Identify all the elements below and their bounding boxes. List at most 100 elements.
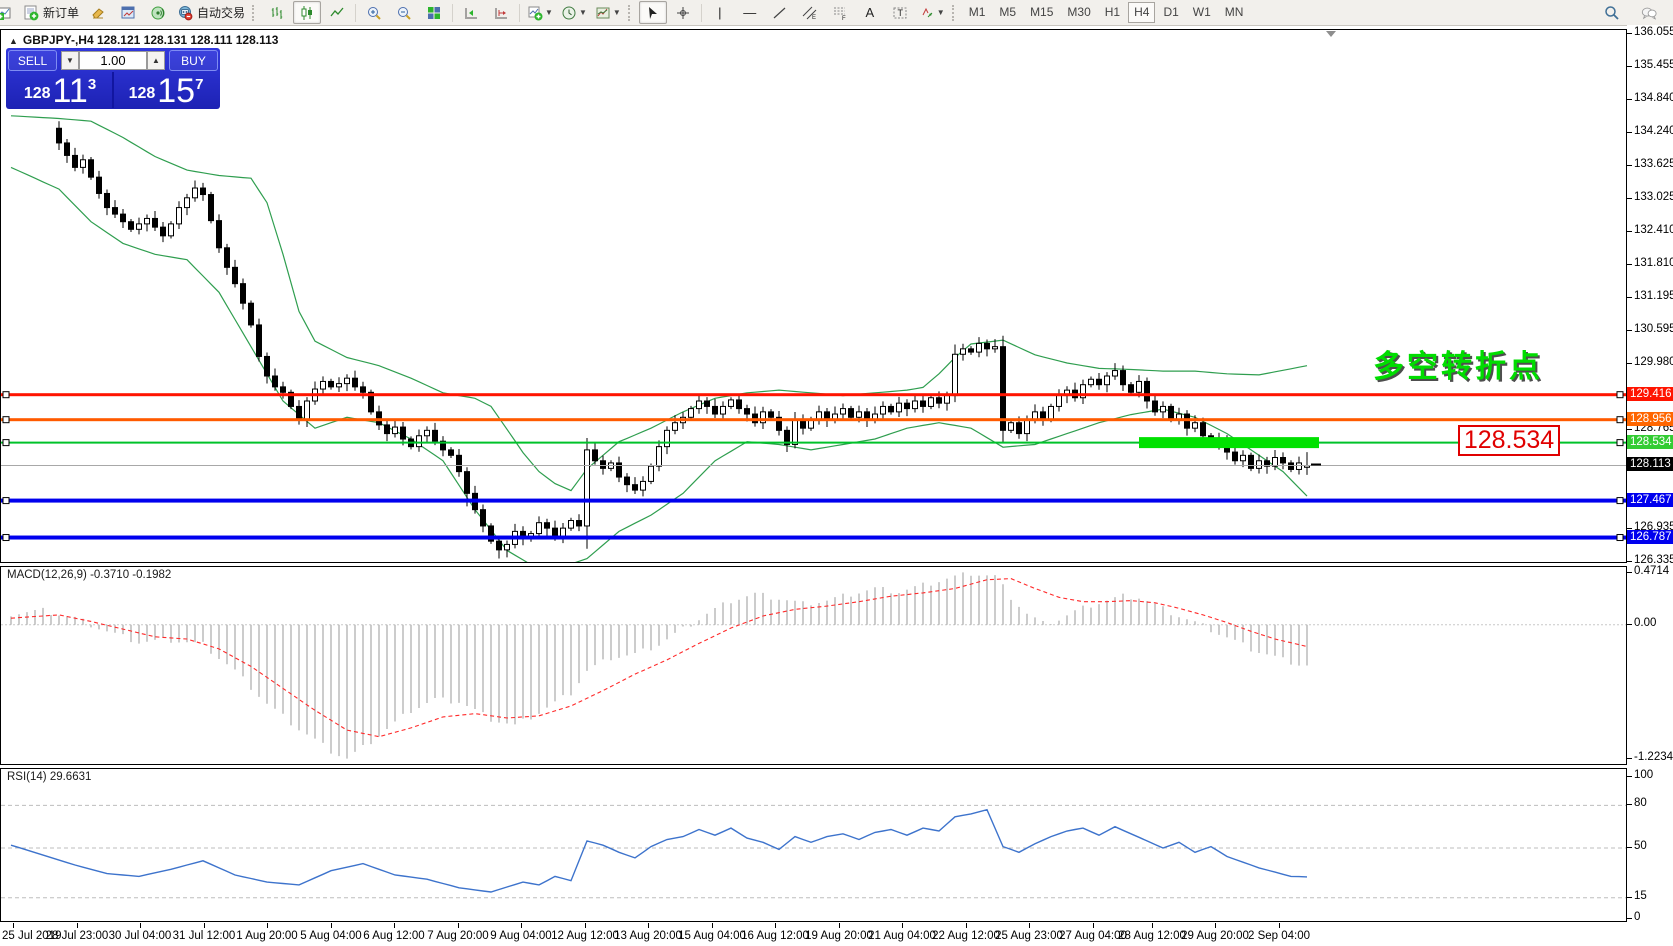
zoom-out-button[interactable] <box>390 1 418 24</box>
search-button[interactable] <box>1598 1 1626 24</box>
sell-button[interactable]: SELL <box>8 50 57 71</box>
time-tick <box>458 923 459 928</box>
text-tool-button[interactable]: A <box>856 1 884 24</box>
horizontal-line-tool-button[interactable]: — <box>736 1 764 24</box>
price-badge: 128.113 <box>1627 457 1673 471</box>
fibonacci-tool-button[interactable]: F <box>826 1 854 24</box>
price-badge: 126.787 <box>1627 530 1673 544</box>
time-axis[interactable]: 25 Jul 201928 Jul 23:0030 Jul 04:0031 Ju… <box>0 922 1673 946</box>
price-badge: 129.416 <box>1627 387 1673 401</box>
clipped-new-chart-icon[interactable] <box>0 1 18 24</box>
rsi-pane[interactable]: RSI(14) 29.6631 <box>0 768 1627 922</box>
timeframe-h1[interactable]: H1 <box>1099 2 1126 23</box>
time-tick <box>585 923 586 928</box>
toolbar-grip-3[interactable] <box>952 5 959 21</box>
timeframe-mn[interactable]: MN <box>1219 2 1250 23</box>
timeframe-m30[interactable]: M30 <box>1061 2 1096 23</box>
time-tick <box>13 923 14 928</box>
chart-shift-button[interactable] <box>487 1 515 24</box>
tile-windows-button[interactable] <box>420 1 448 24</box>
cursor-tool-button[interactable] <box>639 1 667 24</box>
sell-price[interactable]: 128 11 3 <box>8 72 114 108</box>
volume-decrease-button[interactable]: ▼ <box>61 51 79 70</box>
templates-button[interactable]: ▼ <box>592 1 624 24</box>
price-tick-label: 131.810 <box>1634 257 1673 269</box>
time-tick <box>140 923 141 928</box>
timeframe-w1[interactable]: W1 <box>1187 2 1217 23</box>
vertical-line-tool-button[interactable]: | <box>706 1 734 24</box>
toolbar-grip-2[interactable] <box>628 5 635 21</box>
time-tick <box>775 923 776 928</box>
arrows-tool-button[interactable]: ▼ <box>916 1 948 24</box>
price-tick <box>1627 561 1632 562</box>
new-order-icon <box>23 5 39 21</box>
symbol-ohlc-text: GBPJPY-,H4 128.121 128.131 128.111 128.1… <box>23 33 279 47</box>
price-tick-label: 132.410 <box>1634 224 1673 236</box>
support-zone-rectangle[interactable] <box>1139 437 1319 448</box>
line-chart-type-button[interactable] <box>323 1 351 24</box>
turning-point-annotation[interactable]: 多空转折点 <box>1373 341 1543 386</box>
timeframe-d1[interactable]: D1 <box>1157 2 1184 23</box>
trendline-tool-button[interactable] <box>766 1 794 24</box>
buy-button[interactable]: BUY <box>169 50 218 71</box>
timeframe-h4[interactable]: H4 <box>1128 2 1155 23</box>
price-tick <box>1627 264 1632 265</box>
time-tick <box>77 923 78 928</box>
timeframe-m15[interactable]: M15 <box>1024 2 1059 23</box>
time-tick <box>1279 923 1280 928</box>
new-order-button[interactable]: 新订单 <box>20 1 82 24</box>
charts-window-button[interactable] <box>114 1 142 24</box>
price-tick-label: 0.00 <box>1634 617 1656 629</box>
svg-text:E: E <box>812 15 816 21</box>
crosshair-tool-button[interactable] <box>669 1 697 24</box>
timeframe-m5[interactable]: M5 <box>993 2 1022 23</box>
svg-text:T: T <box>897 8 903 18</box>
volume-input[interactable]: 1.00 <box>79 51 147 70</box>
auto-scroll-button[interactable] <box>457 1 485 24</box>
price-tick-label: 134.240 <box>1634 125 1673 137</box>
search-icon <box>1604 5 1620 21</box>
timeframe-m1[interactable]: M1 <box>963 2 992 23</box>
eraser-button[interactable] <box>84 1 112 24</box>
macd-histogram <box>11 572 1307 758</box>
time-tick <box>331 923 332 928</box>
price-tick-label: 134.840 <box>1634 92 1673 104</box>
price-axis[interactable]: 136.055135.455134.840134.240133.625133.0… <box>1627 25 1673 922</box>
collapse-quote-panel-icon[interactable]: ▲ <box>9 36 18 46</box>
main-chart-pane[interactable]: ▲ GBPJPY-,H4 128.121 128.131 128.111 128.… <box>0 29 1627 563</box>
autotrading-icon <box>177 5 193 21</box>
bar-chart-type-button[interactable] <box>263 1 291 24</box>
new-order-label: 新订单 <box>43 4 79 21</box>
equidistant-channel-tool-button[interactable]: E <box>796 1 824 24</box>
price-tick <box>1627 132 1632 133</box>
price-level-label[interactable]: 128.534 <box>1458 425 1560 456</box>
macd-chart[interactable] <box>1 567 1626 764</box>
volume-increase-button[interactable]: ▲ <box>147 51 165 70</box>
time-tick <box>394 923 395 928</box>
price-tick-label: 0.4714 <box>1634 565 1669 577</box>
price-tick <box>1627 572 1632 573</box>
signal-button[interactable] <box>144 1 172 24</box>
horizontal-level-lines[interactable] <box>1 392 1626 541</box>
toolbar-grip[interactable] <box>252 5 259 21</box>
rsi-chart[interactable] <box>1 769 1626 921</box>
price-tick <box>1627 99 1632 100</box>
candlestick-chart-type-button[interactable] <box>293 1 321 24</box>
candlestick-chart[interactable] <box>1 30 1626 562</box>
text-label-tool-button[interactable]: T <box>886 1 914 24</box>
indicators-button[interactable]: ▼ <box>524 1 556 24</box>
price-tick-label: 15 <box>1634 890 1647 902</box>
price-tick-label: 136.055 <box>1634 26 1673 38</box>
buy-price[interactable]: 128 15 7 <box>114 72 218 108</box>
periods-button[interactable]: ▼ <box>558 1 590 24</box>
price-badge: 127.467 <box>1627 493 1673 507</box>
chat-button[interactable] <box>1635 1 1663 24</box>
price-badge: 128.534 <box>1627 435 1673 449</box>
price-tick-label: 135.455 <box>1634 59 1673 71</box>
chart-shift-marker-icon[interactable] <box>1326 31 1336 37</box>
zoom-in-button[interactable] <box>360 1 388 24</box>
price-tick <box>1627 776 1632 777</box>
periods-dropdown-arrow: ▼ <box>579 8 587 17</box>
macd-pane[interactable]: MACD(12,26,9) -0.3710 -0.1982 <box>0 566 1627 765</box>
autotrading-button[interactable]: 自动交易 <box>174 1 248 24</box>
